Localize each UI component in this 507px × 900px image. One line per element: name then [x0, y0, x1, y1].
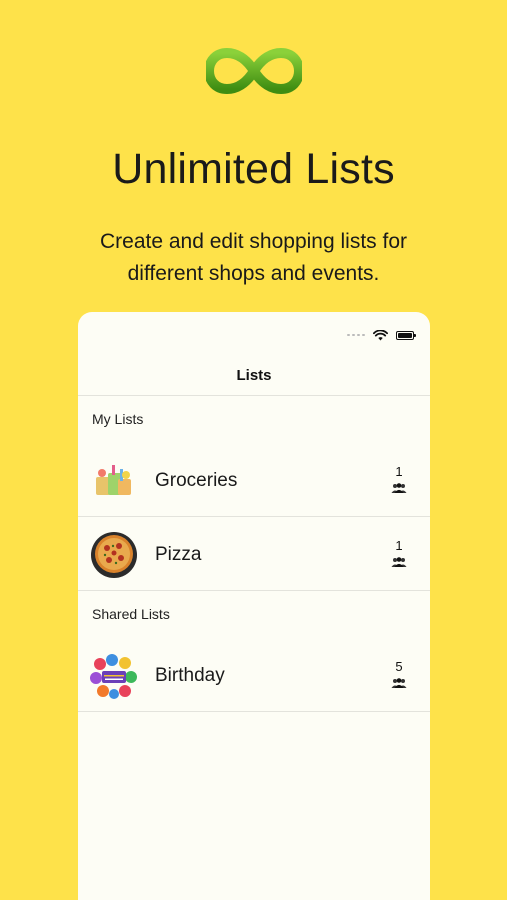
birthday-balloons-image [90, 654, 137, 699]
hero-subtitle: Create and edit shopping lists for diffe… [40, 226, 467, 290]
people-icon [391, 678, 407, 688]
hero-subtitle-line-1: Create and edit shopping lists for [99, 230, 407, 253]
pizza-image [91, 532, 137, 578]
hero-subtitle-line-2: different shops and events. [127, 262, 380, 285]
list-item-name: Pizza [155, 544, 202, 565]
divider [78, 395, 430, 396]
divider [78, 711, 430, 712]
grocery-bags-image [96, 465, 131, 495]
list-item-pizza[interactable]: Pizza 1 [78, 516, 430, 590]
nav-title: Lists [236, 367, 272, 384]
battery-icon [396, 330, 416, 340]
infinity-icon [206, 48, 302, 94]
hero-title: Unlimited Lists [112, 145, 395, 193]
list-item-name: Groceries [155, 470, 238, 491]
divider [78, 590, 430, 591]
status-bar [347, 328, 416, 342]
member-count: 1 [395, 538, 403, 553]
member-count: 5 [395, 659, 403, 674]
wifi-icon [373, 329, 388, 340]
signal-icon [347, 334, 365, 336]
list-item-name: Birthday [155, 665, 225, 686]
list-item-groceries[interactable]: Groceries 1 [78, 442, 430, 516]
phone-screen: Lists My Lists Groceries 1 Pizza 1 Share… [78, 312, 430, 900]
people-icon [391, 483, 407, 493]
section-label-my-lists: My Lists [92, 411, 144, 427]
people-icon [391, 557, 407, 567]
section-label-shared-lists: Shared Lists [92, 606, 170, 622]
member-count: 1 [395, 464, 403, 479]
list-item-birthday[interactable]: Birthday 5 [78, 637, 430, 711]
